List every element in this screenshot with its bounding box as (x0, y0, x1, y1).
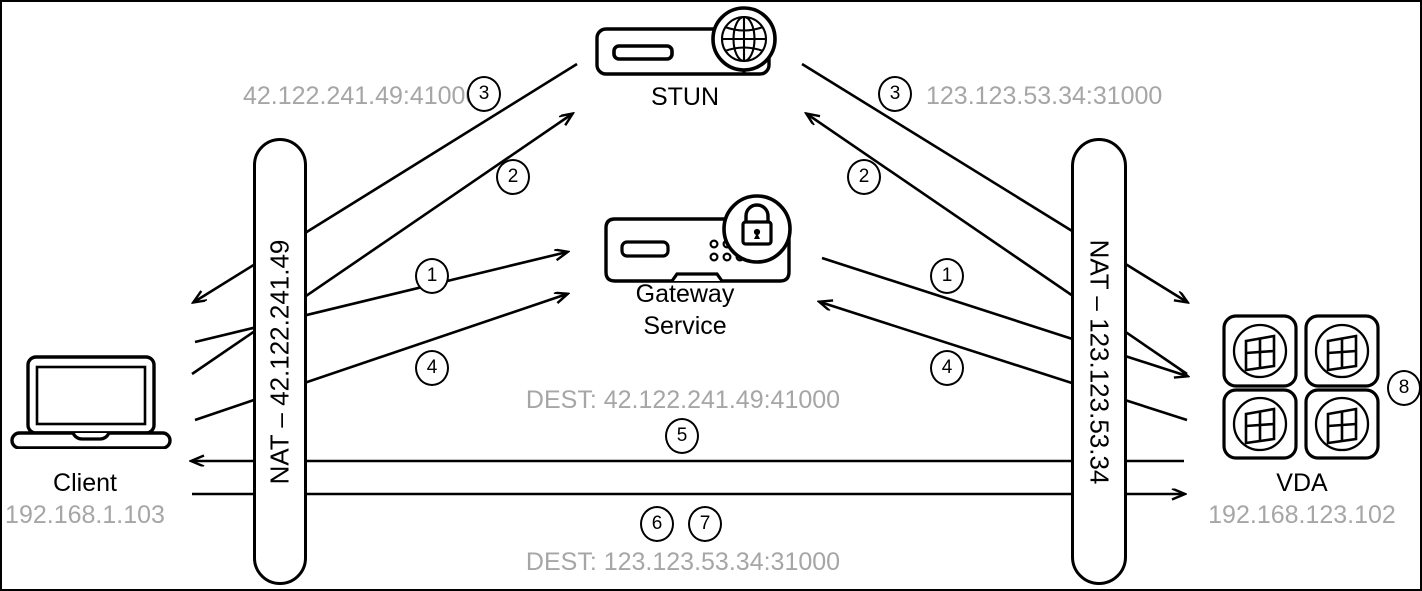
dest-to-vda-label: DEST: 123.123.53.34:31000 (525, 548, 841, 576)
dest-to-client-label: DEST: 42.122.241.49:41000 (525, 386, 841, 414)
gateway-label-line1: Gateway (635, 280, 735, 308)
windows-vm-grid-icon (1222, 314, 1382, 460)
vda-label: VDA (1276, 469, 1328, 497)
step-badge-2: 2 (496, 159, 530, 195)
nat-right-box: NAT – 123.123.53.34 (1071, 138, 1127, 585)
step-badge-5: 5 (665, 418, 699, 454)
arrow-client-to-stun-2 (191, 114, 572, 376)
client-public-endpoint-label: 42.122.241.49:41000 (243, 82, 480, 110)
diagram-canvas: NAT – 42.122.241.49 NAT – 123.123.53.34 … (0, 0, 1422, 591)
step-badge-4: 4 (930, 350, 964, 386)
client-label: Client (53, 469, 117, 497)
step-badge-6: 6 (640, 506, 674, 542)
stun-label: STUN (650, 83, 720, 111)
step-badge-4: 4 (415, 350, 449, 386)
nat-right-label: NAT – 123.123.53.34 (1084, 239, 1115, 484)
step-badge-1: 1 (930, 258, 964, 294)
nat-left-box: NAT – 42.122.241.49 (253, 138, 307, 585)
server-globe-icon (594, 6, 794, 86)
step-badge-8: 8 (1387, 370, 1420, 406)
arrow-vda-to-stun-2 (807, 114, 1188, 376)
vda-address: 192.168.123.102 (1208, 501, 1396, 529)
step-badge-3: 3 (878, 76, 912, 112)
step-badge-2: 2 (847, 159, 881, 195)
nat-left-label: NAT – 42.122.241.49 (264, 239, 295, 484)
step-badge-7: 7 (688, 506, 722, 542)
gateway-label-line2: Service (643, 312, 727, 340)
vda-public-endpoint-label: 123.123.53.34:31000 (926, 82, 1163, 110)
arrow-gateway-to-vda-1 (821, 256, 1187, 376)
client-address: 192.168.1.103 (5, 501, 165, 529)
step-badge-1: 1 (415, 258, 449, 294)
laptop-icon (10, 354, 172, 449)
step-badge-3: 3 (467, 76, 501, 112)
